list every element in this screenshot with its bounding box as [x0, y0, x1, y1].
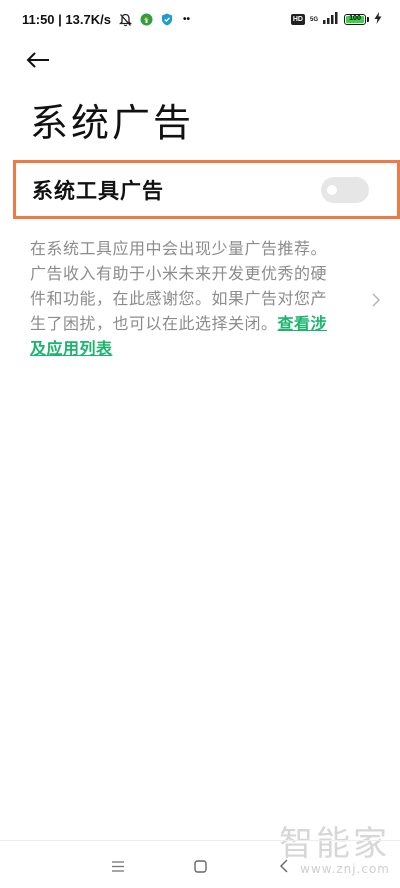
- nav-back-button[interactable]: [272, 856, 296, 876]
- setting-label: 系统工具广告: [32, 178, 164, 203]
- navigation-bar: [0, 848, 400, 884]
- menu-icon: [112, 860, 124, 872]
- status-bar: 11:50 | 13.7K/s •• HD 5G 100: [0, 0, 400, 40]
- bell-off-icon: [118, 13, 132, 27]
- chevron-left-icon: [280, 859, 288, 873]
- arrow-left-icon: [26, 52, 49, 68]
- setting-row-system-tool-ads[interactable]: 系统工具广告: [13, 160, 400, 219]
- back-button[interactable]: [26, 44, 62, 76]
- signal-icon: [323, 12, 339, 27]
- page-title: 系统广告: [30, 101, 195, 145]
- description-row[interactable]: 在系统工具应用中会出现少量广告推荐。广告收入有助于小米未来开发更优秀的硬件和功能…: [30, 236, 381, 361]
- square-icon: [193, 859, 207, 873]
- status-right: HD 5G 100: [290, 12, 382, 27]
- charging-icon: [374, 12, 382, 27]
- status-left: 11:50 | 13.7K/s ••: [22, 12, 190, 27]
- network-type: 5G: [309, 16, 318, 23]
- chevron-right-icon: [372, 292, 381, 311]
- battery-icon: 100: [344, 14, 369, 25]
- ads-toggle-switch[interactable]: [321, 176, 369, 203]
- toggle-knob: [327, 184, 337, 195]
- shield-icon: [161, 13, 173, 26]
- menu-button[interactable]: [106, 856, 130, 876]
- battery-level: 100: [346, 15, 364, 23]
- more-notifications-icon: ••: [182, 14, 190, 25]
- status-time-speed: 11:50 | 13.7K/s: [22, 12, 111, 27]
- hd-badge: HD: [290, 14, 305, 25]
- description-text: 在系统工具应用中会出现少量广告推荐。广告收入有助于小米未来开发更优秀的硬件和功能…: [30, 236, 340, 361]
- app-notification-icon: [140, 13, 153, 26]
- nav-divider: [0, 840, 400, 841]
- home-button[interactable]: [188, 856, 212, 876]
